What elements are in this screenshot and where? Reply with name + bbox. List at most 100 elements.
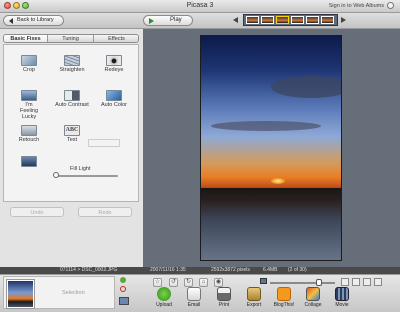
blogthis-label: BlogThis! (273, 302, 295, 308)
straighten-icon (64, 55, 80, 66)
photo-file-size: 6.4MB (263, 267, 278, 273)
top-toolbar: Back to Library Play (0, 13, 400, 29)
previous-photo-icon[interactable] (233, 17, 238, 23)
back-to-library-button[interactable]: Back to Library (3, 15, 64, 26)
sunset-photo[interactable] (200, 35, 342, 261)
crop-tool[interactable]: Crop (9, 55, 49, 73)
upload-icon (157, 287, 171, 301)
photo-viewer (143, 29, 400, 267)
filmstrip-thumbnail[interactable] (306, 16, 319, 24)
fill-light-slider-handle[interactable] (53, 172, 59, 178)
auto-color-tool[interactable]: Auto Color (94, 90, 134, 108)
filmstrip-thumbnail[interactable] (321, 16, 334, 24)
filmstrip-thumbnail[interactable] (246, 16, 259, 24)
tab-basic-fixes[interactable]: Basic Fixes (4, 35, 48, 42)
email-button[interactable]: Email (181, 287, 207, 308)
selection-tray[interactable]: Selection (3, 276, 115, 309)
retouch-tool[interactable]: Retouch (9, 125, 49, 143)
photo-position: (2 of 30) (288, 267, 307, 273)
export-label: Export (246, 302, 262, 308)
tag-button[interactable]: ⌂ (199, 278, 208, 287)
movie-icon (335, 287, 349, 301)
title-bar: Picasa 3 Sign in to Web Albums (0, 0, 400, 13)
photo-skyline (201, 188, 341, 198)
disabled-placeholder-button (88, 139, 120, 147)
feeling-lucky-tool[interactable]: I'm Feeling Lucky (9, 90, 49, 120)
web-albums-icon[interactable] (387, 2, 394, 9)
rotate-left-button[interactable]: ↺ (169, 278, 178, 287)
redeye-tool[interactable]: Redeye (94, 55, 134, 73)
fill-light-icon-wrap (9, 156, 49, 167)
rotate-right-button[interactable]: ↻ (184, 278, 193, 287)
straighten-tool[interactable]: Straighten (52, 55, 92, 73)
auto-contrast-tool[interactable]: Auto Contrast (52, 90, 92, 108)
text-tool[interactable]: ABC Text (52, 125, 92, 143)
collage-label: Collage (304, 302, 322, 308)
play-label: Play (170, 17, 182, 23)
collage-icon (306, 287, 320, 301)
zoom-slider[interactable] (270, 282, 335, 284)
undo-button[interactable]: Undo (10, 207, 64, 217)
text-label: Text (66, 137, 78, 143)
filmstrip-thumbnail[interactable] (261, 16, 274, 24)
print-label: Print (218, 302, 230, 308)
view-mode-button[interactable] (363, 278, 371, 286)
fill-light-icon (21, 156, 37, 167)
movie-label: Movie (335, 302, 349, 308)
filmstrip-thumbnail-selected[interactable] (276, 16, 289, 24)
upload-button[interactable]: Upload (151, 287, 177, 308)
movie-button[interactable]: Movie (329, 287, 355, 308)
selection-label: Selection (62, 290, 85, 296)
redeye-label: Redeye (104, 67, 124, 73)
tab-effects[interactable]: Effects (94, 35, 138, 42)
edit-panel: Basic Fixes Tuning Effects Crop Straight… (0, 29, 143, 267)
export-icon (247, 287, 261, 301)
retouch-icon (21, 125, 37, 136)
email-label: Email (187, 302, 201, 308)
redo-button[interactable]: Redo (78, 207, 132, 217)
redeye-icon (106, 55, 122, 66)
photo-dimensions: 2592x3872 pixels (211, 267, 250, 273)
photo-cloud (271, 76, 341, 98)
zoom-slider-handle[interactable] (316, 279, 322, 286)
lucky-icon (21, 90, 37, 101)
email-icon (187, 287, 201, 301)
tab-tuning[interactable]: Tuning (48, 35, 94, 42)
play-slideshow-button[interactable]: Play (143, 15, 193, 26)
fill-light-label: Fill Light (70, 166, 91, 172)
next-photo-icon[interactable] (341, 17, 346, 23)
zoom-photo-icon (260, 278, 267, 284)
collage-button[interactable]: Collage (300, 287, 326, 308)
auto-color-icon (106, 90, 122, 101)
photo-info-bar: 071114 > DSC_0002.JPG 2007/11/16 1:35 25… (0, 267, 400, 274)
view-mode-button[interactable] (352, 278, 360, 286)
filmstrip-thumbnail[interactable] (291, 16, 304, 24)
blogger-icon (277, 287, 291, 301)
picasa-window: Picasa 3 Sign in to Web Albums Back to L… (0, 0, 400, 312)
feeling-lucky-label: I'm Feeling Lucky (19, 102, 39, 120)
sign-in-link[interactable]: Sign in to Web Albums (329, 3, 384, 9)
back-to-library-label: Back to Library (17, 17, 54, 23)
print-button[interactable]: Print (211, 287, 237, 308)
retouch-label: Retouch (18, 137, 40, 143)
photo-sun (271, 178, 285, 184)
star-button[interactable]: ☆ (153, 278, 162, 287)
photo-tray: Selection ☆ ↺ ↻ ⌂ ◉ Upload Email Print E… (0, 274, 400, 312)
back-arrow-icon (9, 18, 13, 24)
hold-pin-icon[interactable] (120, 277, 126, 283)
selection-thumbnail[interactable] (7, 280, 34, 308)
crop-label: Crop (23, 67, 35, 73)
view-mode-button[interactable] (341, 278, 349, 286)
export-button[interactable]: Export (241, 287, 267, 308)
play-icon (149, 18, 154, 24)
crop-icon (21, 55, 37, 66)
blogthis-button[interactable]: BlogThis! (271, 287, 297, 308)
view-mode-button[interactable] (374, 278, 382, 286)
people-button[interactable]: ◉ (214, 278, 223, 287)
basic-fixes-panel: Crop Straighten Redeye I'm Feeling Lucky… (3, 44, 139, 202)
add-to-album-icon[interactable] (119, 297, 129, 305)
filmstrip[interactable] (243, 14, 338, 26)
print-icon (217, 287, 231, 301)
clear-selection-icon[interactable] (120, 286, 126, 292)
fill-light-slider[interactable] (56, 175, 118, 177)
